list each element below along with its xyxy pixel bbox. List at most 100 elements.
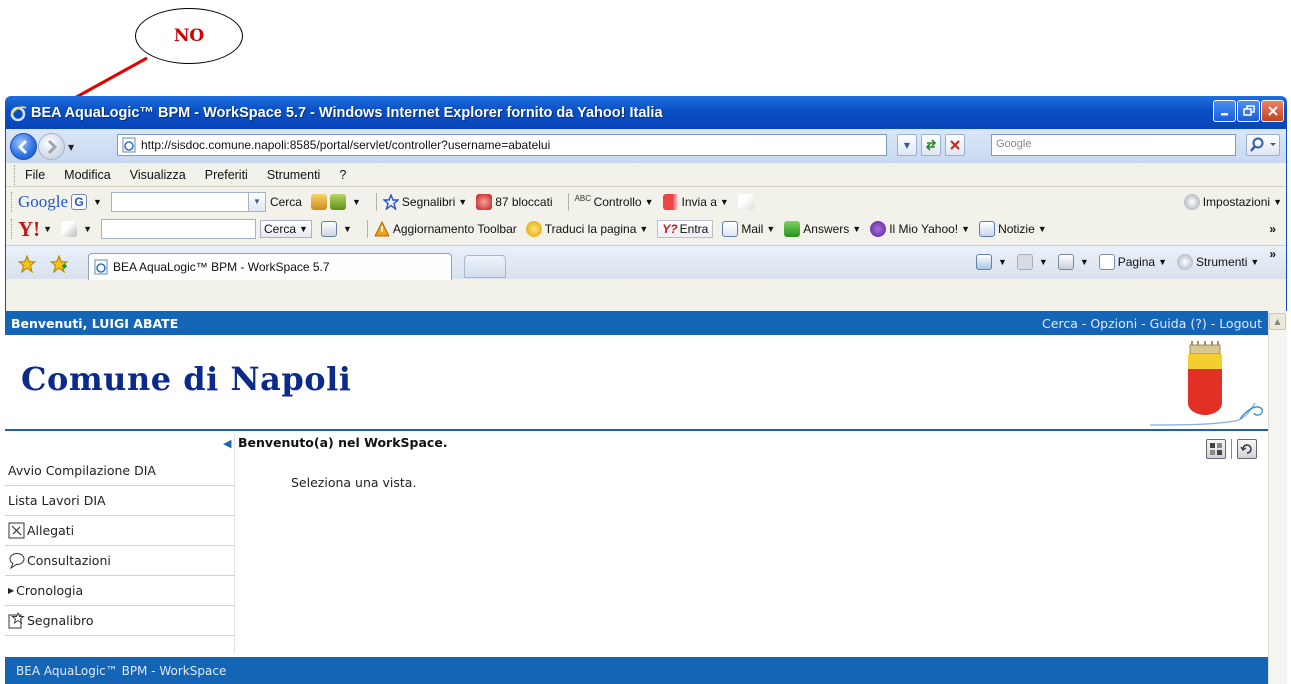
news-button[interactable]: Notizie ▼ — [979, 221, 1047, 237]
yahoo-login-button[interactable]: Y? Entra — [657, 220, 714, 238]
toolbar-overflow-button[interactable]: » — [1269, 222, 1276, 236]
new-tab-button[interactable] — [464, 255, 506, 278]
yahoo-toolbar: Y! ▼ ▼ Cerca ▼ ▼ Aggiornamento Toolbar Tra… — [6, 215, 1286, 243]
toolbar-grip[interactable] — [11, 192, 14, 212]
home-button[interactable]: ▼ — [975, 254, 1007, 270]
link-separator: - — [1137, 315, 1150, 331]
refresh-view-button[interactable] — [1237, 439, 1257, 459]
refresh-button[interactable] — [921, 134, 941, 156]
page-menu-label: Pagina — [1117, 255, 1156, 269]
stop-button[interactable] — [945, 134, 965, 156]
mail-button[interactable]: Mail ▼ — [722, 221, 775, 237]
yahoo-search-button[interactable]: Cerca ▼ — [260, 220, 312, 238]
url-dropdown-button[interactable]: ▼ — [897, 134, 917, 156]
my-yahoo-label: Il Mio Yahoo! — [889, 222, 959, 236]
window-titlebar[interactable]: BEA AquaLogic™ BPM - WorkSpace 5.7 - Win… — [5, 96, 1287, 129]
help-link[interactable]: Guida (?) — [1150, 316, 1207, 331]
menu-file[interactable]: File — [21, 166, 49, 184]
tools-menu-button[interactable]: Strumenti ▼ — [1177, 254, 1259, 270]
highlight-button[interactable] — [737, 194, 757, 210]
yahoo-pencil-button[interactable]: ▼ — [61, 221, 92, 237]
content-toolbar — [1201, 439, 1262, 459]
content-title: Benvenuto(a) nel WorkSpace. — [238, 435, 448, 450]
google-logo[interactable]: Google — [18, 192, 68, 212]
close-button[interactable] — [1261, 100, 1284, 122]
sidebar-item-segnalibro[interactable]: Segnalibro — [5, 606, 235, 636]
sidebar-item-lista-lavori-dia[interactable]: Lista Lavori DIA — [5, 486, 235, 516]
sidebar-item-label: Cronologia — [16, 583, 84, 598]
window-title: BEA AquaLogic™ BPM - WorkSpace 5.7 - Win… — [31, 104, 663, 121]
scroll-up-button[interactable]: ▲ — [1269, 313, 1286, 330]
sidebar-item-allegati[interactable]: Allegati — [5, 516, 235, 546]
collapse-sidebar-icon[interactable]: ◀ — [223, 437, 231, 450]
yahoo-logo-button[interactable]: Y! ▼ — [18, 217, 52, 242]
google-search-field[interactable]: ▼ — [110, 192, 266, 212]
layout-button[interactable]: ▼ — [320, 221, 352, 237]
url-field[interactable]: http://sisdoc.comune.napoli:8585/portal/… — [117, 134, 887, 156]
my-yahoo-button[interactable]: Il Mio Yahoo! ▼ — [870, 221, 970, 237]
login-label: Entra — [679, 222, 709, 236]
top-links: Cerca - Opzioni - Guida (?) - Logout — [1042, 316, 1262, 331]
spellcheck-button[interactable]: ABC Controllo ▼ — [575, 194, 654, 210]
settings-button[interactable]: Impostazioni ▼ — [1183, 194, 1282, 210]
toolbar-grip[interactable] — [14, 164, 17, 185]
grid-view-icon — [1210, 443, 1222, 455]
toolbar-separator — [567, 193, 569, 211]
sidebar-item-avvio-compilazione-dia[interactable]: Avvio Compilazione DIA — [5, 456, 235, 486]
google-search-button[interactable]: Cerca — [270, 195, 302, 209]
restore-button[interactable] — [1237, 100, 1260, 122]
send-to-button[interactable]: Invia a ▼ — [662, 194, 729, 210]
news-icon — [310, 194, 327, 210]
yahoo-search-label: Cerca — [264, 222, 297, 236]
content-message: Seleziona una vista. — [291, 475, 417, 490]
bookmarks-label: Segnalibri — [401, 195, 456, 209]
page-menu-button[interactable]: Pagina ▼ — [1098, 254, 1167, 270]
history-dropdown-icon[interactable]: ▼ — [68, 143, 74, 152]
feeds-button[interactable]: ▼ — [1016, 254, 1048, 270]
answers-button[interactable]: Answers ▼ — [784, 221, 861, 237]
view-toggle-button[interactable] — [1206, 439, 1226, 459]
command-bar: ▼ ▼ ▼ Pagina ▼ Strumenti ▼ » — [966, 247, 1276, 270]
forward-button[interactable] — [38, 133, 65, 160]
vertical-scrollbar[interactable] — [1268, 311, 1287, 684]
popup-blocker-button[interactable]: 87 bloccati — [476, 194, 553, 210]
back-button[interactable] — [10, 133, 37, 160]
toolbar-grip[interactable] — [11, 219, 14, 239]
bookmark-icon — [8, 612, 25, 629]
news-icon — [979, 221, 996, 237]
menu-help[interactable]: ? — [335, 166, 350, 184]
translate-button[interactable]: Traduci la pagina ▼ — [525, 221, 648, 237]
sidebar-item-cronologia[interactable]: ▶ Cronologia — [5, 576, 235, 606]
search-placeholder: Google — [996, 138, 1032, 150]
print-button[interactable]: ▼ — [1057, 254, 1089, 270]
search-icon — [1250, 137, 1276, 152]
sidebar-item-consultazioni[interactable]: Consultazioni — [5, 546, 235, 576]
google-menu-button[interactable]: G ▼ — [71, 194, 102, 210]
printer-icon — [1057, 254, 1074, 270]
spellcheck-label: Controllo — [593, 195, 642, 209]
menu-favorites[interactable]: Preferiti — [201, 166, 252, 184]
attachments-icon — [8, 522, 25, 539]
google-toolbar: Google G ▼ ▼ Cerca ▼ Segnalibri ▼ 87 blocc… — [6, 188, 1286, 216]
menu-view[interactable]: Visualizza — [126, 166, 190, 184]
google-bookmarks-button[interactable]: Segnalibri ▼ — [382, 194, 467, 210]
search-link[interactable]: Cerca — [1042, 316, 1078, 331]
toolbar-separator — [366, 220, 368, 238]
restore-icon — [1242, 105, 1255, 116]
add-favorite-icon[interactable] — [50, 255, 68, 273]
options-link[interactable]: Opzioni — [1090, 316, 1137, 331]
settings-label: Impostazioni — [1202, 195, 1271, 209]
tab-active[interactable]: BEA AquaLogic™ BPM - WorkSpace 5.7 — [88, 253, 452, 280]
favorites-center-icon[interactable] — [18, 255, 36, 273]
minimize-button[interactable] — [1213, 100, 1236, 122]
search-input[interactable]: Google — [991, 134, 1236, 156]
google-extra-buttons[interactable]: ▼ — [310, 194, 361, 210]
update-toolbar-button[interactable]: Aggiornamento Toolbar — [374, 221, 517, 237]
command-bar-overflow-button[interactable]: » — [1269, 247, 1276, 261]
chevron-down-icon[interactable]: ▼ — [247, 192, 266, 212]
menu-edit[interactable]: Modifica — [60, 166, 115, 184]
yahoo-search-field[interactable] — [101, 219, 257, 239]
menu-tools[interactable]: Strumenti — [263, 166, 325, 184]
search-button[interactable] — [1246, 134, 1280, 156]
logout-link[interactable]: Logout — [1219, 316, 1262, 331]
